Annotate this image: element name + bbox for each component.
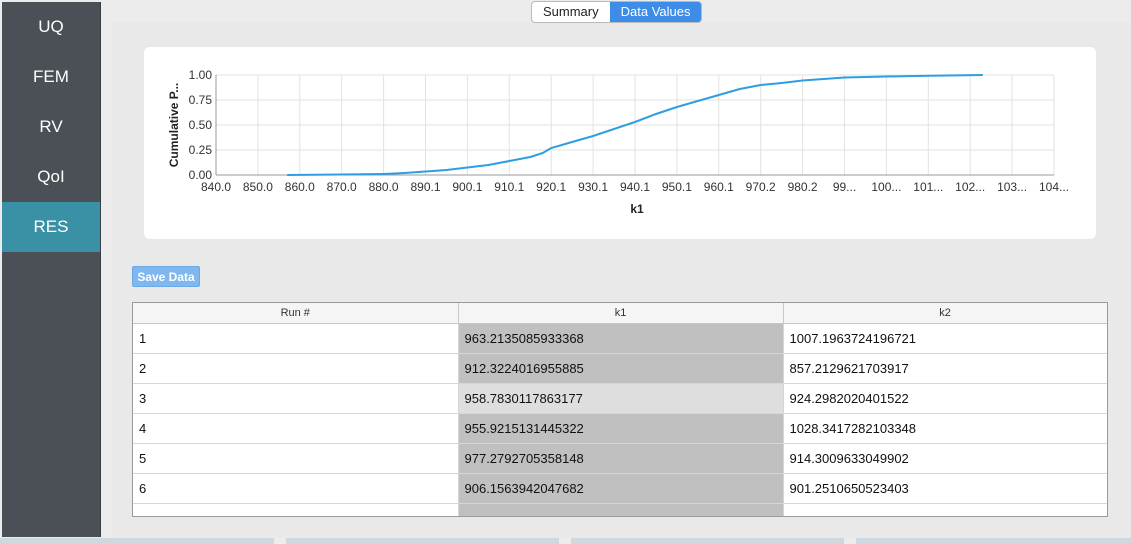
bottom-strip [856, 538, 1131, 544]
tab-bar: Summary Data Values [531, 1, 703, 23]
cell-k1[interactable]: 906.1563942047682 [458, 473, 784, 504]
table-row[interactable]: 3 958.7830117863177 924.2982020401522 [133, 383, 1107, 414]
cell-run[interactable]: 3 [133, 383, 459, 414]
x-tick-label: 900.1 [452, 180, 482, 194]
table-header-row: Run # k1 k2 [133, 303, 1107, 324]
x-tick-label: 850.0 [243, 180, 273, 194]
cell-k2[interactable]: 924.2982020401522 [783, 383, 1107, 414]
cell-k1[interactable]: 912.3224016955885 [458, 353, 784, 384]
table-row[interactable]: 2 912.3224016955885 857.2129621703917 [133, 353, 1107, 384]
table-row[interactable]: 5 977.2792705358148 914.3009633049902 [133, 443, 1107, 474]
y-tick-label: 0.50 [189, 118, 213, 132]
column-header-k2[interactable]: k2 [783, 303, 1107, 324]
cell-k1[interactable]: 955.9215131445322 [458, 413, 784, 444]
cell-run[interactable]: 1 [133, 323, 459, 354]
x-tick-label: 960.1 [704, 180, 734, 194]
column-header-run[interactable]: Run # [133, 303, 459, 324]
x-tick-label: 870.0 [327, 180, 357, 194]
table-row[interactable]: 1 963.2135085933368 1007.1963724196721 [133, 323, 1107, 354]
cell-k2[interactable]: 914.3009633049902 [783, 443, 1107, 474]
cell-k2[interactable] [783, 503, 1107, 516]
x-tick-label: 910.1 [494, 180, 524, 194]
x-tick-label: 99... [833, 180, 856, 194]
x-tick-label: 100... [871, 180, 901, 194]
sidebar-item-res[interactable]: RES [2, 202, 100, 252]
y-tick-label: 1.00 [189, 68, 213, 82]
cdf-chart-svg: 840.0 850.0 860.0 870.0 880.0 890.1 900.1 910.1… [167, 68, 1069, 216]
x-tick-label: 880.0 [369, 180, 399, 194]
cell-k2[interactable]: 1028.3417282103348 [783, 413, 1107, 444]
y-tick-label: 0.00 [189, 168, 213, 182]
x-tick-label: 103... [997, 180, 1027, 194]
sidebar-item-uq[interactable]: UQ [2, 2, 100, 52]
tab-summary[interactable]: Summary [532, 2, 610, 22]
cdf-chart: 840.0 850.0 860.0 870.0 880.0 890.1 900.1 910.1… [144, 47, 1096, 239]
cell-run[interactable]: 5 [133, 443, 459, 474]
x-tick-label: 102... [955, 180, 985, 194]
chart-grid [215, 74, 1055, 176]
bottom-strip [571, 538, 844, 544]
x-tick-label: 840.0 [201, 180, 231, 194]
cell-k1[interactable]: 958.7830117863177 [458, 383, 784, 414]
x-axis-label: k1 [630, 202, 644, 216]
tab-data-values[interactable]: Data Values [609, 2, 702, 22]
cell-run[interactable]: 2 [133, 353, 459, 384]
sidebar-item-fem[interactable]: FEM [2, 52, 100, 102]
table-row-partial[interactable] [133, 503, 1107, 516]
x-tick-label: 920.1 [536, 180, 566, 194]
bottom-strip [286, 538, 559, 544]
x-tick-label: 101... [913, 180, 943, 194]
save-data-button[interactable]: Save Data [132, 266, 200, 287]
cell-k2[interactable]: 901.2510650523403 [783, 473, 1107, 504]
x-tick-label: 980.2 [788, 180, 818, 194]
cell-k2[interactable]: 857.2129621703917 [783, 353, 1107, 384]
cell-k1[interactable] [458, 503, 784, 516]
x-tick-label: 950.1 [662, 180, 692, 194]
cell-run[interactable]: 4 [133, 413, 459, 444]
sidebar-item-qoi[interactable]: QoI [2, 152, 100, 202]
table-row[interactable]: 4 955.9215131445322 1028.3417282103348 [133, 413, 1107, 444]
column-header-k1[interactable]: k1 [458, 303, 784, 324]
sidebar: UQ FEM RV QoI RES [2, 2, 101, 537]
x-tick-label: 970.2 [746, 180, 776, 194]
cell-k1[interactable]: 977.2792705358148 [458, 443, 784, 474]
x-tick-label: 860.0 [285, 180, 315, 194]
cell-k2[interactable]: 1007.1963724196721 [783, 323, 1107, 354]
table-row[interactable]: 6 906.1563942047682 901.2510650523403 [133, 473, 1107, 504]
bottom-strip [0, 538, 274, 544]
x-tick-label: 940.1 [620, 180, 650, 194]
sidebar-item-rv[interactable]: RV [2, 102, 100, 152]
cell-run[interactable]: 6 [133, 473, 459, 504]
cell-k1[interactable]: 963.2135085933368 [458, 323, 784, 354]
y-tick-label: 0.25 [189, 143, 213, 157]
y-tick-label: 0.75 [189, 93, 213, 107]
y-axis-label: Cumulative P... [167, 83, 181, 167]
x-tick-label: 930.1 [578, 180, 608, 194]
cell-run[interactable] [133, 503, 459, 516]
data-table[interactable]: Run # k1 k2 1 963.2135085933368 1007.196… [132, 302, 1108, 517]
x-tick-label: 104... [1039, 180, 1069, 194]
x-tick-label: 890.1 [410, 180, 440, 194]
